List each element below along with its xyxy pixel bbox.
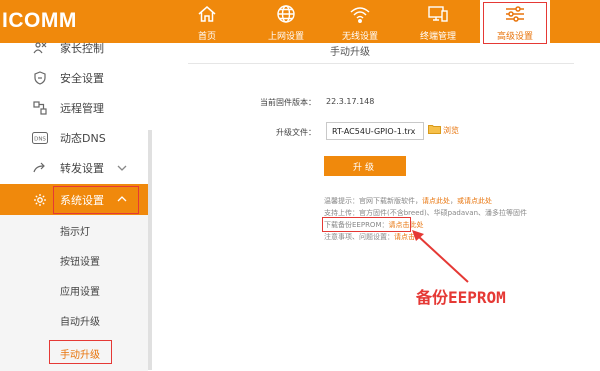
annotation-arrow — [412, 230, 469, 283]
annotation-label: 备份EEPROM — [416, 288, 506, 307]
